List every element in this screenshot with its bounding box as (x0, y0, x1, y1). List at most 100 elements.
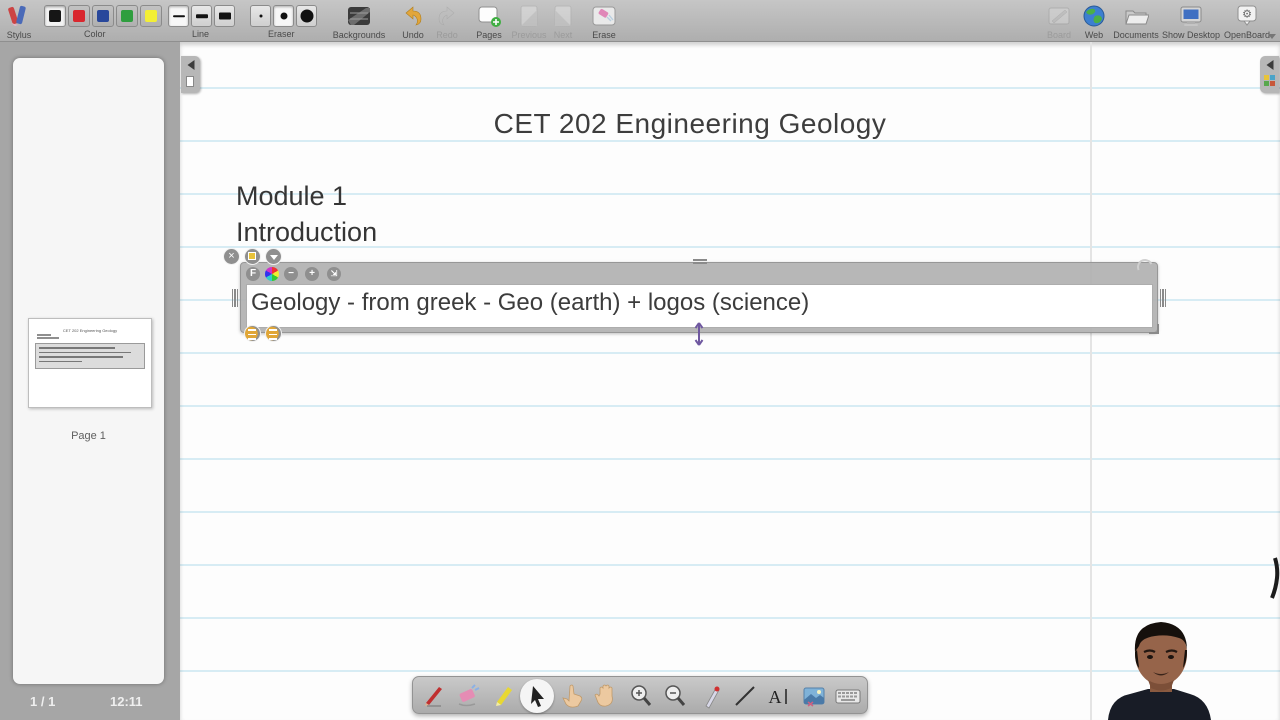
page-edge-line (1090, 42, 1092, 720)
text-size-button[interactable]: ⇲ (327, 267, 341, 281)
eraser-medium-button[interactable] (273, 5, 294, 27)
openboard-menu-button[interactable]: ⚙ OpenBoard (1222, 2, 1272, 40)
increase-font-button[interactable]: + (305, 267, 319, 281)
black-chip (49, 10, 61, 22)
chevron-down-icon (270, 255, 278, 260)
vertical-resize-handle-icon[interactable] (691, 322, 707, 346)
clock: 12:11 (110, 694, 143, 709)
next-page-label: Next (554, 30, 573, 40)
zoom-out-tool[interactable] (661, 682, 689, 710)
eraser-icon (454, 682, 482, 710)
erase-icon (591, 4, 617, 28)
selector-tool[interactable] (523, 682, 551, 710)
line-icon (731, 682, 759, 710)
line-thick-button[interactable] (214, 5, 235, 27)
zoom-in-icon (627, 682, 655, 710)
page-counter: 1 / 1 (30, 694, 55, 709)
redo-icon (434, 4, 460, 28)
pages-label: Pages (476, 30, 502, 40)
bring-forward-button[interactable] (265, 325, 282, 342)
move-handle[interactable] (693, 259, 707, 264)
zoom-in-tool[interactable] (627, 682, 655, 710)
color-yellow-button[interactable] (140, 5, 162, 27)
redo-label: Redo (436, 30, 458, 40)
color-black-button[interactable] (44, 5, 66, 27)
corner-resize-handle[interactable] (1149, 324, 1159, 334)
small-dot-glyph (259, 15, 262, 18)
color-group-label: Color (84, 29, 106, 39)
library-drawer-tab[interactable] (1260, 56, 1279, 93)
resize-left-handle[interactable] (232, 289, 238, 307)
page-navigator-sidebar: CET 202 Engineering Geology Page 1 1 / 1… (0, 42, 180, 720)
erase-button[interactable]: Erase (588, 2, 620, 40)
highlighter-icon (489, 682, 517, 710)
capture-icon (800, 682, 828, 710)
page-navigator-collapse-tab[interactable] (181, 56, 200, 93)
board-mode-button: Board (1043, 2, 1075, 40)
resize-right-handle[interactable] (1160, 289, 1166, 307)
stylus-tool[interactable]: Stylus (2, 2, 36, 40)
toolbar-overflow-chevron-icon[interactable] (1268, 34, 1276, 39)
color-red-button[interactable] (68, 5, 90, 27)
selector-arrow-icon (523, 682, 551, 710)
undo-button[interactable]: Undo (398, 2, 428, 40)
heading-introduction: Introduction (236, 217, 377, 248)
next-page-icon (550, 4, 576, 28)
pages-icon (476, 4, 502, 28)
sidebar-footer: 1 / 1 12:11 (0, 694, 180, 712)
web-globe-icon (1081, 4, 1107, 28)
pen-tool[interactable] (419, 682, 447, 710)
color-blue-button[interactable] (92, 5, 114, 27)
text-color-button[interactable] (265, 267, 279, 281)
virtual-keyboard-tool[interactable] (834, 682, 862, 710)
documents-label: Documents (1113, 30, 1159, 40)
capture-tool[interactable] (800, 682, 828, 710)
open-library-arrow-icon (1266, 60, 1273, 70)
text-item-selection-frame[interactable]: × F − + ⇲ Geology - from greek - Geo (ea… (240, 262, 1158, 333)
blue-chip (97, 10, 109, 22)
library-tab-icon (1264, 75, 1275, 87)
eraser-tool[interactable] (454, 682, 482, 710)
pointing-hand-icon (558, 682, 586, 710)
backgrounds-button[interactable]: Backgrounds (336, 2, 382, 40)
pen-icon (419, 682, 447, 710)
line-thin-button[interactable] (168, 5, 189, 27)
line-tool[interactable] (731, 682, 759, 710)
font-button[interactable]: F (246, 267, 260, 281)
stylus-toolbar: A (412, 676, 868, 714)
delete-item-button[interactable]: × (223, 248, 240, 265)
eraser-small-button[interactable] (250, 5, 271, 27)
color-green-button[interactable] (116, 5, 138, 27)
keyboard-icon (834, 682, 862, 710)
eraser-large-button[interactable] (296, 5, 317, 27)
stylus-icon (6, 4, 32, 28)
board-label: Board (1047, 30, 1071, 40)
thin-line-glyph (173, 15, 185, 17)
undo-icon (400, 4, 426, 28)
pages-button[interactable]: Pages (472, 2, 506, 40)
highlighter-tool[interactable] (489, 682, 517, 710)
show-desktop-button[interactable]: Show Desktop (1163, 2, 1219, 40)
documents-mode-button[interactable]: Documents (1113, 2, 1159, 40)
interact-tool[interactable] (558, 682, 586, 710)
svg-text:⚙: ⚙ (1242, 9, 1252, 21)
text-tool[interactable]: A (765, 682, 793, 710)
previous-page-button: Previous (508, 2, 550, 40)
medium-dot-glyph (280, 13, 287, 20)
web-label: Web (1085, 30, 1103, 40)
red-chip (73, 10, 85, 22)
open-hand-icon (592, 682, 620, 710)
previous-page-icon (516, 4, 542, 28)
hand-scroll-tool[interactable] (592, 682, 620, 710)
laser-pointer-tool[interactable] (696, 682, 724, 710)
documents-folder-icon (1123, 4, 1149, 28)
web-mode-button[interactable]: Web (1079, 2, 1109, 40)
decrease-font-button[interactable]: − (284, 267, 298, 281)
line-medium-button[interactable] (191, 5, 212, 27)
duplicate-item-button[interactable] (244, 248, 261, 265)
send-backward-button[interactable] (244, 325, 261, 342)
ink-stroke-mark (1268, 556, 1280, 600)
page-thumbnail[interactable]: CET 202 Engineering Geology (28, 318, 152, 408)
item-menu-button[interactable] (265, 248, 282, 265)
text-line-1: Geology - from greek - Geo (earth) + log… (247, 285, 1152, 321)
